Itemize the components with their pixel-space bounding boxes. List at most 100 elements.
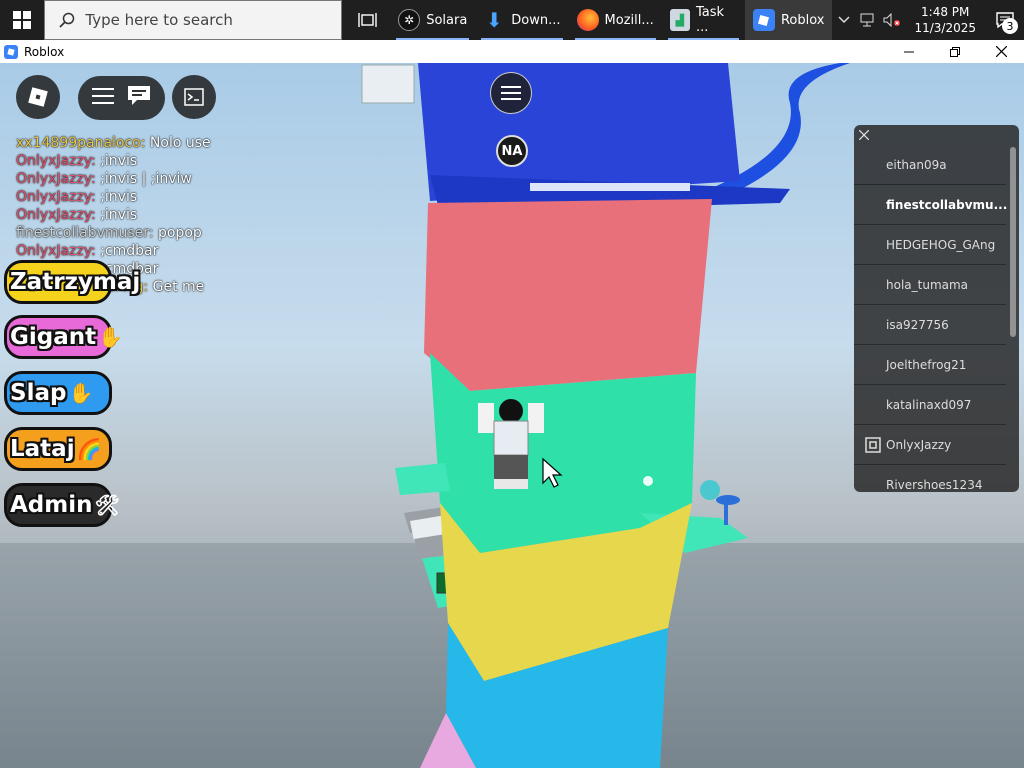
taskbar-app-label: Roblox [780,12,825,28]
chat-message: finestcollabvmuser: popop [16,224,211,242]
window-titlebar: Roblox [0,40,1024,63]
system-tray: 1:48 PM 11/3/2025 3 [832,0,1024,40]
command-button-label: Lataj [10,436,75,462]
solara-icon: ✲ [398,9,421,31]
taskbar-clock[interactable]: 1:48 PM 11/3/2025 [904,4,986,36]
command-button-gigant[interactable]: Gigant ✋ [4,315,123,359]
player-row[interactable]: isa927756 [854,305,1006,345]
roblox-logo-icon [4,44,18,59]
chat-text: Get me [152,279,205,295]
player-row[interactable]: eithan09a [854,145,1006,185]
player-name: hola_tumama [886,277,969,292]
overhead-tag-badge: NA [496,135,528,167]
chat-username[interactable]: OnlyxJazzy: [16,189,96,205]
premium-icon [865,436,881,453]
chat-text: ;invis | ;inviw [100,171,192,187]
roblox-menu-button[interactable] [16,75,60,119]
volume-muted-icon[interactable] [880,0,904,40]
chat-text: ;cmdbar [100,243,159,259]
chat-username[interactable]: OnlyxJazzy: [16,207,96,223]
terminal-icon [184,88,204,106]
taskbar-app-roblox[interactable]: Roblox [744,0,833,40]
player-name: eithan09a [886,157,947,172]
window-controls [886,40,1024,63]
chat-bubble-icon [127,86,150,105]
command-button-emoji-icon: 🌈 [76,437,102,461]
chat-message: OnlyxJazzy: ;invis | ;inviw [16,170,211,188]
restore-button[interactable] [932,40,978,63]
windows-taskbar: Type here to search ✲ Solara ⬇ Down... M… [0,0,1024,40]
restore-icon [950,46,960,57]
player-list-close-button[interactable] [858,128,870,144]
chat-message: OnlyxJazzy: ;invis [16,152,211,170]
player-name: OnlyxJazzy [886,437,952,452]
game-menu-button[interactable] [490,72,532,114]
taskbar-app-label: Mozill... [604,12,654,28]
taskbar-search-box[interactable]: Type here to search [44,0,342,40]
chat-text: popop [157,225,202,241]
player-row[interactable]: finestcollabvmu... [854,185,1007,225]
minimize-button[interactable] [886,40,932,63]
command-button-zatrzymaj[interactable]: Zatrzymaj [4,260,140,304]
taskbar-app-label: Task ... [695,5,725,35]
minimize-icon [904,51,914,52]
taskbar-app-firefox[interactable]: Mozill... [569,0,662,40]
close-icon [858,129,870,141]
roblox-logo-icon [28,87,48,107]
notification-count-badge: 3 [1002,18,1018,34]
network-icon[interactable] [856,0,880,40]
player-name: katalinaxd097 [886,397,972,412]
player-row[interactable]: Joelthefrog21 [854,345,1006,385]
close-window-button[interactable] [978,40,1024,63]
chat-text: ;invis [100,189,138,205]
chevron-up-icon[interactable] [832,0,856,40]
task-manager-icon: ▟ [669,9,690,31]
taskbar-app-downloads[interactable]: ⬇ Down... [475,0,568,40]
chat-message: OnlyxJazzy: ;invis [16,206,211,224]
command-button-label: Zatrzymaj [10,269,141,295]
taskbar-app-task-manager[interactable]: ▟ Task ... [662,0,745,40]
chat-message: xx14899panaloco: Nolo use [16,134,211,152]
console-button[interactable] [172,75,216,119]
taskbar-app-solara[interactable]: ✲ Solara [390,0,475,40]
player-name: Rivershoes1234 [886,477,983,492]
close-icon [995,46,1007,57]
player-row[interactable]: OnlyxJazzy [854,425,1006,465]
hamburger-icon [501,86,521,100]
menu-chat-pill [78,76,165,120]
window-title: Roblox [24,44,65,59]
chat-message: OnlyxJazzy: ;invis [16,188,211,206]
command-button-lataj[interactable]: Lataj 🌈 [4,427,112,471]
chat-username[interactable]: OnlyxJazzy: [16,171,96,187]
roblox-icon [752,9,775,31]
chat-username[interactable]: finestcollabvmuser: [16,225,154,241]
command-button-admin[interactable]: Admin 🛠 [4,483,120,527]
chat-text: ;invis [100,207,138,223]
command-button-label: Gigant [10,324,97,350]
chat-text: ;invis [100,153,138,169]
chat-username[interactable]: xx14899panaloco: [16,135,145,151]
firefox-icon [576,9,599,31]
chat-username[interactable]: OnlyxJazzy: [16,153,96,169]
hamburger-icon [92,88,115,104]
clock-time: 1:48 PM [921,5,970,19]
command-button-slap[interactable]: Slap ✋ [4,371,112,415]
hamburger-menu-button[interactable] [92,87,115,109]
chat-username[interactable]: OnlyxJazzy: [16,243,96,259]
player-row[interactable]: HEDGEHOG_GAng [854,225,1006,265]
command-button-emoji-icon: ✋ [68,381,94,405]
chat-toggle-button[interactable] [127,85,151,111]
player-row[interactable]: hola_tumama [854,265,1006,305]
download-arrow-icon: ⬇ [485,8,503,32]
command-button-label: Slap [10,380,67,406]
player-list-scrollbar[interactable] [1010,147,1016,337]
start-button[interactable] [0,0,44,40]
player-row[interactable]: katalinaxd097 [854,385,1006,425]
overhead-tag-text: NA [501,143,523,159]
player-row[interactable]: Rivershoes1234 [854,465,1006,492]
windows-logo-icon [13,11,32,29]
notification-center-button[interactable]: 3 [986,0,1024,40]
game-viewport[interactable]: NA xx14899panaloco: Nolo use OnlyxJazzy: … [0,63,1024,768]
task-view-button[interactable] [346,0,390,40]
task-view-icon [358,13,377,27]
